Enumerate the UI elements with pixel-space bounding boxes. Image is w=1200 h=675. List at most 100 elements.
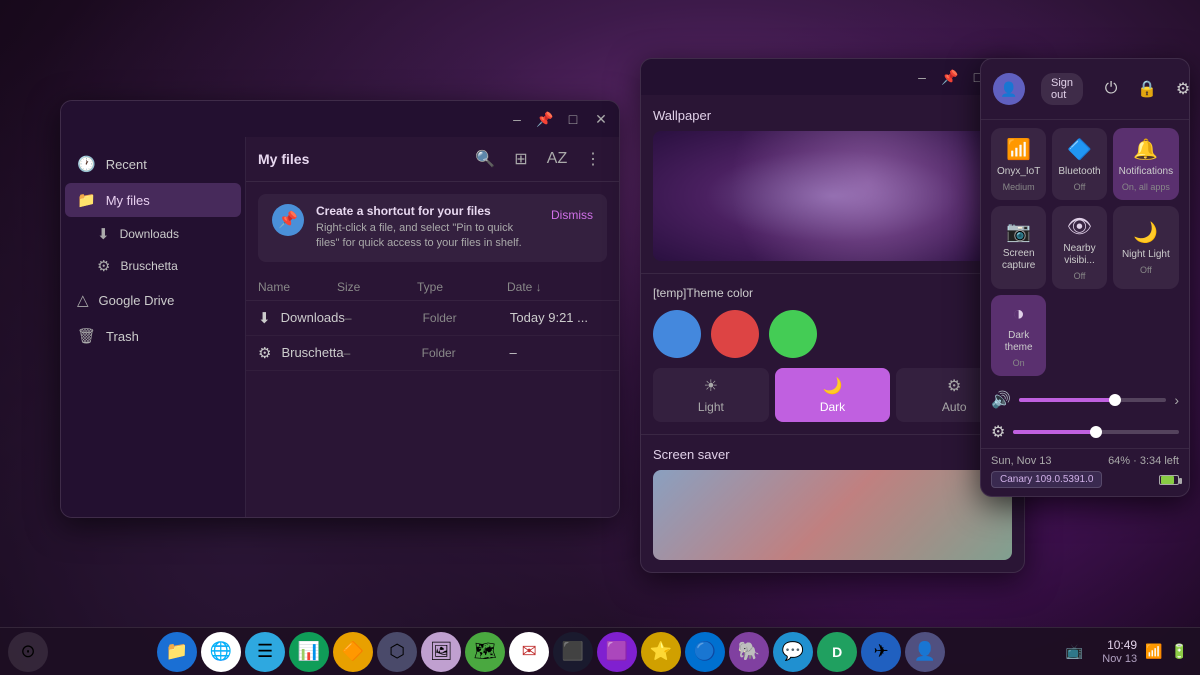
wifi-label: Onyx_IoT: [997, 166, 1040, 178]
taskbar-files[interactable]: 📁: [157, 632, 197, 672]
shortcut-icon: 📌: [272, 204, 304, 236]
taskbar-photos[interactable]: 🖼: [421, 632, 461, 672]
recent-icon: 🕐: [77, 155, 96, 173]
quick-panel-bottom: Sun, Nov 13 64% · 3:34 left Canary 109.0…: [981, 448, 1189, 496]
sidebar-label-myfiles: My files: [106, 193, 150, 208]
quick-tile-notifications[interactable]: 🔔 Notifications On, all apps: [1113, 128, 1179, 200]
taskbar-app13[interactable]: 🔵: [685, 632, 725, 672]
downloads-icon: ⬇: [97, 225, 110, 243]
minimize-button[interactable]: –: [912, 67, 932, 87]
dismiss-button[interactable]: Dismiss: [551, 204, 593, 222]
more-button[interactable]: ⋮: [579, 145, 607, 173]
taskbar-maps[interactable]: 🗺: [465, 632, 505, 672]
volume-slider[interactable]: [1019, 398, 1166, 402]
file-table-header: Name Size Type Date ↓: [246, 274, 619, 301]
table-row[interactable]: ⚙ Bruschetta – Folder –: [246, 336, 619, 371]
sidebar-item-myfiles[interactable]: 📁 My files: [65, 183, 241, 217]
pin-button[interactable]: 📌: [535, 109, 555, 129]
nearby-sub: Off: [1074, 271, 1086, 281]
taskbar-app12[interactable]: ⭐: [641, 632, 681, 672]
quick-tile-nightlight[interactable]: 🌙 Night Light Off: [1113, 206, 1179, 289]
taskbar-chrome[interactable]: 🌐: [201, 632, 241, 672]
taskbar-app10[interactable]: ⬛: [553, 632, 593, 672]
sort-button[interactable]: AZ: [543, 145, 571, 173]
notifications-sub: On, all apps: [1122, 182, 1170, 192]
taskbar-app11[interactable]: 🟪: [597, 632, 637, 672]
mode-dark-button[interactable]: 🌙 Dark: [775, 368, 891, 422]
taskbar: ⊙ 📁 🌐 ☰ 📊 🔶 ⬡ 🖼 🗺 ✉ ⬛ 🟪 ⭐ 🔵 🐘 💬 D ✈ 👤 📺 …: [0, 627, 1200, 675]
color-swatches: [653, 310, 1012, 358]
minimize-button[interactable]: –: [507, 109, 527, 129]
canary-label: Canary 109.0.5391.0: [1000, 474, 1093, 485]
theme-header: [temp]Theme color [temp]: [653, 286, 1012, 300]
taskbar-calendar-icon[interactable]: 📺: [1054, 632, 1094, 672]
taskbar-launcher[interactable]: ⊙: [8, 632, 48, 672]
brightness-slider[interactable]: [1013, 430, 1179, 434]
close-button[interactable]: ✕: [591, 109, 611, 129]
volume-slider-row: 🔊 ›: [981, 384, 1189, 416]
taskbar-date: Nov 13: [1102, 653, 1137, 665]
taskbar-docs[interactable]: ☰: [245, 632, 285, 672]
mode-light-button[interactable]: ☀ Light: [653, 368, 769, 422]
trash-icon: 🗑: [77, 327, 96, 345]
wallpaper-preview: [653, 131, 1012, 261]
pin-button[interactable]: 📌: [940, 67, 960, 87]
sidebar-label-downloads: Downloads: [120, 227, 179, 241]
volume-fill: [1019, 398, 1115, 402]
maximize-button[interactable]: □: [563, 109, 583, 129]
search-button[interactable]: 🔍: [471, 145, 499, 173]
quick-tile-nearby[interactable]: 👁 Nearby visibi... Off: [1052, 206, 1106, 289]
screensaver-label: Screen saver: [653, 447, 1012, 462]
sidebar-item-downloads[interactable]: ⬇ Downloads: [85, 219, 241, 249]
grid-view-button[interactable]: ⊞: [507, 145, 535, 173]
sidebar-item-recent[interactable]: 🕐 Recent: [65, 147, 241, 181]
file-date: –: [509, 345, 607, 360]
taskbar-sheets[interactable]: 📊: [289, 632, 329, 672]
color-swatch-blue[interactable]: [653, 310, 701, 358]
taskbar-gmail[interactable]: ✉: [509, 632, 549, 672]
bluetooth-icon: 🔷: [1067, 137, 1092, 162]
quick-tile-darktheme[interactable]: ◑ Dark theme On: [991, 295, 1046, 376]
sidebar-item-googledrive[interactable]: △ Google Drive: [65, 283, 241, 317]
taskbar-app17[interactable]: ✈: [861, 632, 901, 672]
canary-badge: Canary 109.0.5391.0: [991, 471, 1102, 488]
darktheme-sub: On: [1013, 358, 1025, 368]
quick-tile-screencapture[interactable]: 📷 Screen capture: [991, 206, 1046, 289]
power-button[interactable]: ⏻: [1095, 73, 1127, 105]
myfiles-icon: 📁: [77, 191, 96, 209]
lock-button[interactable]: 🔒: [1131, 73, 1163, 105]
battery-icon: [1159, 475, 1179, 485]
color-swatch-green[interactable]: [769, 310, 817, 358]
sidebar-sub: ⬇ Downloads ⚙ Bruschetta: [61, 219, 245, 281]
taskbar-app14[interactable]: 🐘: [729, 632, 769, 672]
sidebar-item-bruschetta[interactable]: ⚙ Bruschetta: [85, 251, 241, 281]
brightness-thumb: [1090, 426, 1102, 438]
taskbar-app5[interactable]: 🔶: [333, 632, 373, 672]
sidebar-item-trash[interactable]: 🗑 Trash: [65, 319, 241, 353]
color-swatch-red[interactable]: [711, 310, 759, 358]
settings-button[interactable]: ⚙: [1167, 73, 1190, 105]
taskbar-app6[interactable]: ⬡: [377, 632, 417, 672]
volume-expand[interactable]: ›: [1174, 392, 1179, 408]
col-type: Type: [417, 280, 507, 294]
file-title: My files: [258, 151, 463, 167]
theme-section: [temp]Theme color [temp] ☀ Light 🌙 Dark …: [641, 274, 1024, 435]
taskbar-center: 📁 🌐 ☰ 📊 🔶 ⬡ 🖼 🗺 ✉ ⬛ 🟪 ⭐ 🔵 🐘 💬 D ✈ 👤: [157, 632, 945, 672]
taskbar-app18[interactable]: 👤: [905, 632, 945, 672]
battery-fill: [1161, 476, 1174, 484]
file-date: Today 9:21 ...: [510, 310, 607, 325]
light-mode-label: Light: [698, 400, 724, 414]
sign-out-button[interactable]: Sign out: [1041, 73, 1083, 105]
quick-tile-wifi[interactable]: 📶 Onyx_IoT Medium: [991, 128, 1046, 200]
brightness-icon: ⚙: [991, 422, 1005, 442]
table-row[interactable]: ⬇ Downloads – Folder Today 9:21 ...: [246, 301, 619, 336]
col-date: Date ↓: [507, 280, 607, 294]
taskbar-app16[interactable]: D: [817, 632, 857, 672]
battery-widget: [1159, 475, 1179, 485]
quick-tile-bluetooth[interactable]: 🔷 Bluetooth Off: [1052, 128, 1106, 200]
taskbar-app15[interactable]: 💬: [773, 632, 813, 672]
shortcut-text: Create a shortcut for your files Right-c…: [316, 204, 539, 252]
quick-panel: 👤 Sign out ⏻ 🔒 ⚙ ⌄ 📶 Onyx_IoT Medium 🔷 B…: [980, 58, 1190, 497]
canary-row: Canary 109.0.5391.0: [991, 471, 1179, 488]
taskbar-right: 📺 10:49 Nov 13 📶 🔋: [1054, 632, 1200, 672]
